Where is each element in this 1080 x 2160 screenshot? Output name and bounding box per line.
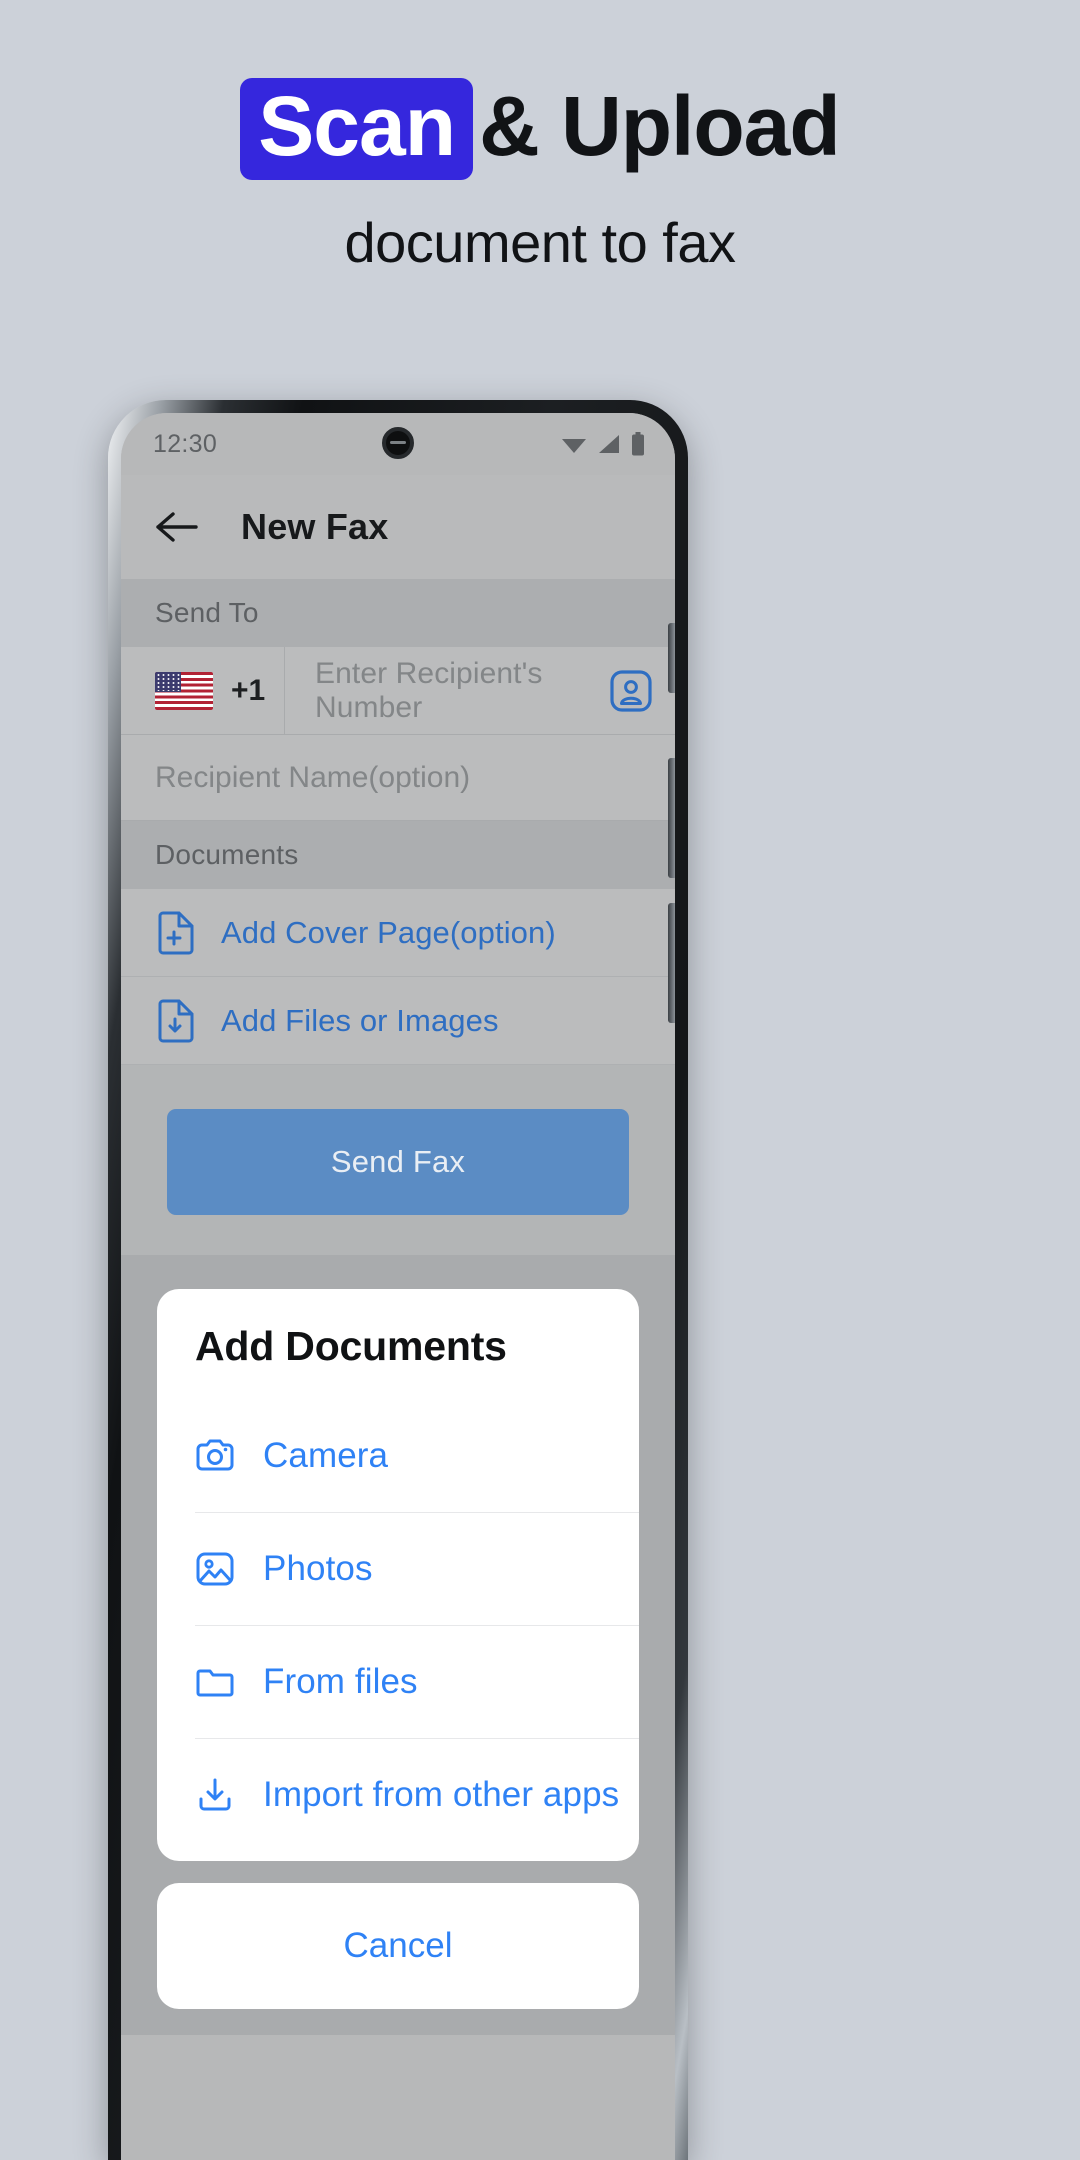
send-fax-area: Send Fax [121, 1065, 675, 1255]
back-arrow-icon[interactable] [155, 510, 199, 544]
app-bar: New Fax [121, 475, 675, 579]
sheet-item-camera[interactable]: Camera [157, 1400, 639, 1512]
phone-side-button-power [668, 623, 675, 693]
us-flag-icon [155, 671, 213, 710]
status-time: 12:30 [153, 429, 218, 458]
battery-icon [631, 432, 645, 456]
promo-header: Scan & Upload document to fax [0, 0, 1080, 380]
add-files-or-images-row[interactable]: Add Files or Images [121, 977, 675, 1065]
section-header-documents: Documents [121, 821, 675, 889]
cancel-button[interactable]: Cancel [157, 1883, 639, 2009]
add-documents-sheet: Add Documents Camera Photos From files I… [157, 1289, 639, 1861]
add-files-or-images-label: Add Files or Images [221, 1002, 499, 1038]
add-documents-sheet-area: Add Documents Camera Photos From files I… [121, 1289, 675, 2035]
dial-code-label: +1 [231, 673, 266, 707]
sheet-item-import-from-other-apps[interactable]: Import from other apps [157, 1739, 639, 1851]
phone-screen: 12:30 New Fax Send To +1 Enter Recipient… [121, 413, 675, 2160]
sheet-item-from-files-label: From files [263, 1662, 418, 1701]
status-bar: 12:30 [121, 413, 675, 475]
promo-title-rest: & Upload [479, 79, 841, 173]
sheet-item-from-files[interactable]: From files [157, 1626, 639, 1738]
front-camera-punchhole [382, 427, 414, 459]
recipient-number-cell: Enter Recipient's Number [285, 647, 675, 734]
phone-side-button-volume-down [668, 903, 675, 1023]
recipient-name-input[interactable]: Recipient Name(option) [155, 761, 470, 795]
phone-side-button-volume-up [668, 758, 675, 878]
page-title: New Fax [241, 506, 389, 547]
phone-mockup: 12:30 New Fax Send To +1 Enter Recipient… [108, 400, 688, 2160]
recipient-number-input[interactable]: Enter Recipient's Number [315, 657, 609, 725]
document-add-icon [157, 911, 195, 955]
sheet-item-import-label: Import from other apps [263, 1775, 620, 1814]
cellular-signal-icon [598, 434, 620, 454]
add-cover-page-label: Add Cover Page(option) [221, 914, 556, 950]
country-code-selector[interactable]: +1 [121, 647, 285, 734]
send-fax-button[interactable]: Send Fax [167, 1109, 629, 1215]
photos-icon [195, 1549, 235, 1589]
sheet-title: Add Documents [195, 1323, 507, 1369]
camera-icon [195, 1436, 235, 1476]
promo-title: Scan & Upload [0, 78, 1080, 180]
document-download-icon [157, 999, 195, 1043]
contact-person-icon[interactable] [609, 669, 653, 713]
status-icons [561, 432, 645, 456]
wifi-icon [561, 434, 587, 454]
import-download-icon [195, 1775, 235, 1815]
recipient-name-row[interactable]: Recipient Name(option) [121, 735, 675, 821]
sheet-item-camera-label: Camera [263, 1436, 389, 1475]
folder-icon [195, 1662, 235, 1702]
recipient-number-row: +1 Enter Recipient's Number [121, 647, 675, 735]
add-cover-page-row[interactable]: Add Cover Page(option) [121, 889, 675, 977]
scrim-filler [121, 1255, 675, 1289]
promo-subtitle: document to fax [344, 211, 736, 274]
sheet-item-photos[interactable]: Photos [157, 1513, 639, 1625]
sheet-item-photos-label: Photos [263, 1549, 373, 1588]
section-header-send-to: Send To [121, 579, 675, 647]
promo-badge-scan: Scan [240, 78, 474, 180]
